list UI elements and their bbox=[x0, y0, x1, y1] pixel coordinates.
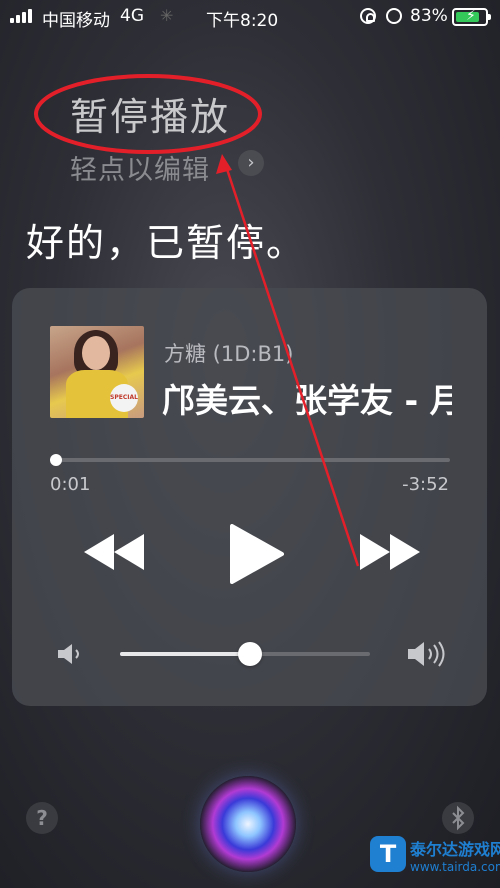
remaining-time: -3:52 bbox=[402, 474, 449, 495]
chevron-right-icon[interactable]: › bbox=[238, 150, 264, 176]
alarm-icon bbox=[386, 8, 402, 24]
watermark-name: 泰尔达游戏网 bbox=[410, 840, 500, 859]
help-button[interactable]: ? bbox=[26, 802, 58, 834]
siri-orb[interactable] bbox=[200, 776, 296, 872]
elapsed-time: 0:01 bbox=[50, 474, 91, 495]
signal-icon bbox=[10, 9, 36, 23]
song-source: 方糖 (1D:B1) bbox=[164, 342, 294, 366]
edit-hint[interactable]: 轻点以编辑 bbox=[70, 148, 210, 187]
loading-icon: ✳ bbox=[160, 6, 174, 25]
progress-bar[interactable] bbox=[52, 458, 450, 462]
volume-high-icon bbox=[408, 641, 445, 667]
status-time: 下午8:20 bbox=[206, 11, 279, 31]
carrier-name: 中国移动 bbox=[42, 11, 110, 31]
siri-response: 好的，已暂停。 bbox=[26, 221, 307, 265]
volume-knob[interactable] bbox=[238, 642, 262, 666]
album-art[interactable]: SPECIAL bbox=[50, 326, 144, 418]
siri-query[interactable]: 暂停播放 bbox=[70, 86, 230, 141]
status-bar: 中国移动 4G ✳ 下午8:20 83% ⚡ bbox=[0, 0, 500, 34]
network-type: 4G bbox=[120, 6, 144, 26]
play-button[interactable] bbox=[226, 524, 284, 584]
album-badge: SPECIAL bbox=[110, 384, 138, 412]
watermark-url: www.tairda.com bbox=[410, 860, 500, 874]
volume-low-icon bbox=[58, 644, 79, 664]
bluetooth-icon bbox=[452, 805, 465, 831]
bluetooth-button[interactable] bbox=[442, 802, 474, 834]
song-title: 邝美云、张学友 - 月 bbox=[162, 381, 452, 420]
watermark-logo: T bbox=[370, 836, 406, 872]
now-playing-card: SPECIAL 方糖 (1D:B1) 邝美云、张学友 - 月 0:01 -3:5… bbox=[12, 288, 487, 706]
progress-knob[interactable] bbox=[50, 454, 62, 466]
battery-icon: ⚡ bbox=[452, 8, 491, 26]
watermark: T 泰尔达游戏网 www.tairda.com bbox=[370, 832, 500, 888]
battery-percent: 83% bbox=[410, 6, 448, 26]
orientation-lock-icon bbox=[360, 8, 376, 24]
fast-forward-button[interactable] bbox=[358, 530, 422, 574]
rewind-button[interactable] bbox=[82, 530, 146, 574]
